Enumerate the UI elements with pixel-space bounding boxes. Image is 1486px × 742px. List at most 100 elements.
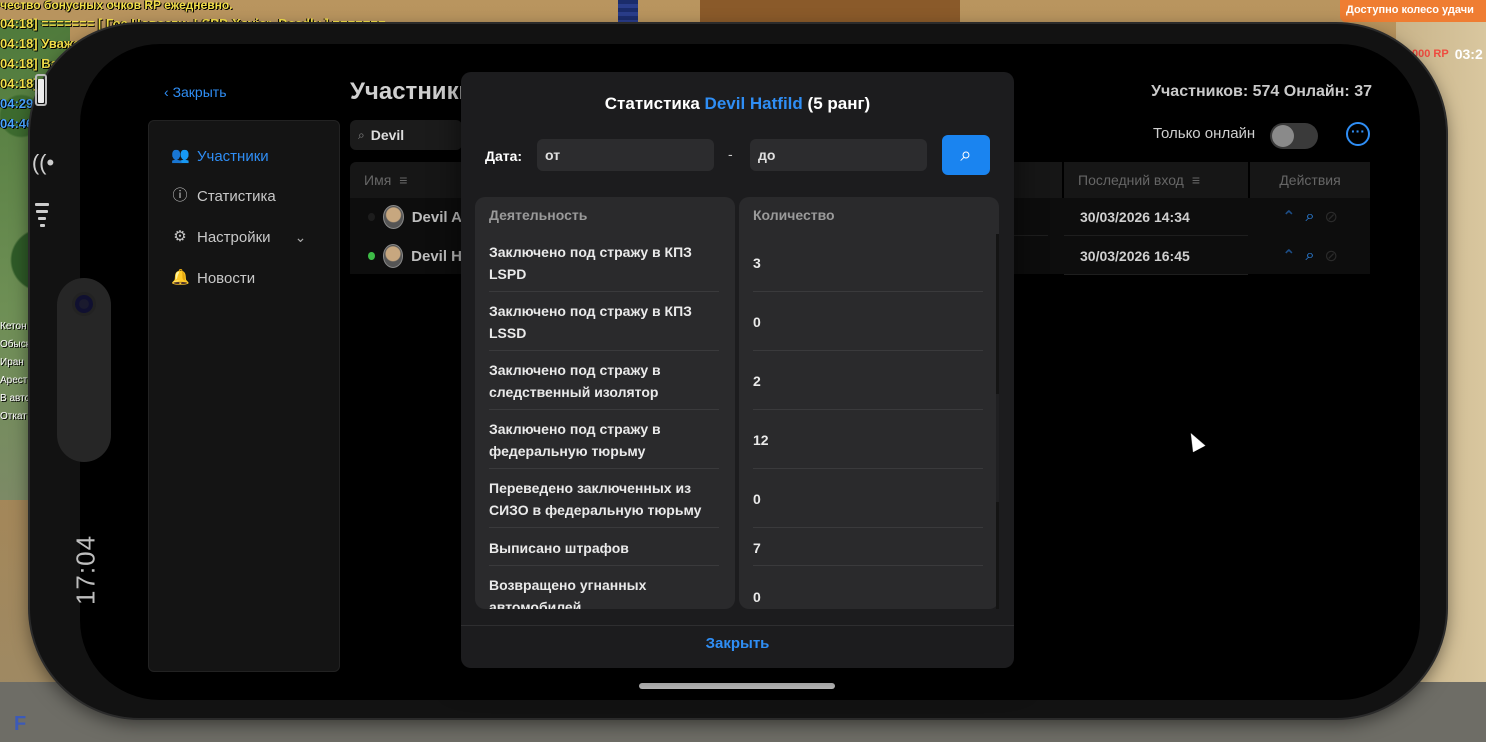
table-row[interactable]: Devil A (350, 198, 462, 236)
log-line: Кетон (0, 321, 27, 332)
count-cell: 0 (753, 471, 983, 528)
date-range-dash: - (728, 146, 733, 162)
count-cell: 2 (753, 353, 983, 410)
wifi-icon: ((• (31, 150, 55, 175)
count-cell: 0 (753, 588, 761, 605)
back-label: Закрыть (172, 84, 227, 100)
users-icon: 👥 (171, 147, 190, 164)
row-actions: ⌃ ⌕ ⊘ (1250, 237, 1370, 275)
member-name: Devil H (411, 247, 462, 265)
chevron-down-icon: ⌄ (294, 228, 307, 245)
sidebar-item-label: Участники (197, 147, 269, 165)
column-header-name[interactable]: Имя ≡ (350, 162, 462, 198)
column-header-actions: Действия (1250, 162, 1370, 198)
activity-header: Деятельность (489, 207, 588, 223)
avatar (382, 205, 404, 229)
player-name: Devil Hatfild (704, 94, 803, 113)
page-title: Участники (350, 78, 462, 105)
chevron-left-icon: ‹ (164, 84, 173, 100)
status-dot (368, 213, 375, 221)
ban-icon[interactable]: ⊘ (1324, 207, 1337, 227)
log-line: Иран (0, 357, 24, 368)
column-header-hidden (1014, 162, 1062, 198)
member-counts: Участников: 574 Онлайн: 37 (1151, 83, 1372, 100)
only-online-label: Только онлайн (1153, 125, 1256, 142)
activity-cell: Заключено под стражу в КПЗ LSSD (489, 294, 719, 351)
activity-cell: Заключено под стражу в следственный изол… (489, 353, 719, 410)
chat-top-line: чество бонусных очков RP ежедневно. (0, 0, 233, 12)
search-icon: ⌕ (358, 127, 365, 142)
row-actions: ⌃ ⌕ ⊘ (1250, 198, 1370, 236)
gear-icon: ⚙ (173, 228, 187, 245)
table-cell (1014, 198, 1048, 236)
more-icon[interactable]: ··· (1346, 122, 1370, 146)
hud-clock: 03:2 (1454, 46, 1483, 62)
table-row[interactable]: Devil H (350, 237, 462, 275)
log-line: Обыск (0, 339, 31, 350)
count-header: Количество (753, 207, 835, 223)
count-cell: 7 (753, 530, 983, 566)
column-name-label: Имя (364, 172, 392, 188)
stats-table: Деятельность Заключено под стражу в КПЗ … (475, 197, 1000, 609)
ban-icon[interactable]: ⊘ (1324, 246, 1337, 266)
only-online-toggle[interactable] (1270, 123, 1318, 149)
modal-title: Статистика Devil Hatfild (5 ранг) (461, 94, 1014, 114)
promote-icon[interactable]: ⌃ (1282, 246, 1295, 266)
sort-icon: ≡ (399, 172, 408, 188)
activity-cell: Возвращено угнанных автомобилей (489, 568, 719, 609)
sidebar-item-members[interactable]: 👥 Участники (171, 147, 269, 165)
game-left-log: Кетон Обыск Иран Арест В авто Откат (0, 318, 32, 426)
sidebar-item-settings[interactable]: ⚙ Настройки ⌄ (171, 228, 306, 246)
activity-cell: Выписано штрафов (489, 530, 719, 566)
stats-scrollbar-thumb-lower (996, 502, 999, 609)
modal-divider (461, 625, 1014, 626)
sidebar-item-news[interactable]: 🔔 Новости (171, 269, 255, 287)
sidebar-item-label: Новости (197, 269, 256, 287)
log-line: В авто (0, 393, 31, 404)
date-to-input[interactable]: до (750, 139, 927, 171)
log-line: Арест (0, 375, 28, 386)
activity-cell: Переведено заключенных из СИЗО в федерал… (489, 471, 719, 528)
online-status-dot (368, 252, 375, 260)
last-login-cell: 30/03/2026 16:45 (1064, 237, 1248, 275)
sort-icon: ≡ (1191, 172, 1201, 188)
log-line: Откат (0, 411, 27, 422)
sidebar-item-statistics[interactable]: ⓘ Статистика (171, 187, 276, 205)
home-indicator[interactable] (639, 683, 835, 689)
phone-time: 17:04 (70, 534, 101, 606)
battery-icon (35, 74, 47, 106)
activity-cell: Заключено под стражу в КПЗ LSPD (489, 235, 719, 292)
close-button[interactable]: Закрыть (461, 635, 1014, 652)
count-cell: 0 (753, 294, 983, 351)
wheel-banner[interactable]: Доступно колесо удачи (1340, 0, 1486, 22)
member-name: Devil A (411, 208, 462, 226)
camera-icon (72, 292, 96, 316)
member-search-input[interactable]: ⌕ Devil (350, 120, 462, 150)
bottom-key-hint: F (14, 713, 27, 735)
sidebar-item-label: Статистика (197, 187, 276, 205)
background-flag (618, 0, 638, 26)
modal-title-prefix: Статистика (604, 94, 700, 113)
search-value: Devil (370, 127, 405, 143)
count-cell: 3 (753, 235, 983, 292)
statistics-modal: Статистика Devil Hatfild (5 ранг) Дата: … (461, 72, 1014, 668)
back-button[interactable]: ‹ Закрыть (164, 84, 226, 100)
search-button[interactable]: ⌕ (942, 135, 990, 175)
player-rank: (5 ранг) (807, 94, 871, 113)
column-header-last-login[interactable]: Последний вход ≡ (1064, 162, 1248, 198)
count-column: Количество 3 0 2 12 0 7 0 (739, 197, 999, 609)
column-actions-label: Действия (1279, 172, 1341, 188)
bell-icon: 🔔 (171, 269, 190, 286)
promote-icon[interactable]: ⌃ (1282, 207, 1295, 227)
search-icon[interactable]: ⌕ (1306, 208, 1315, 226)
column-last-login-label: Последний вход (1078, 172, 1184, 188)
activity-cell: Заключено под стражу в федеральную тюрьм… (489, 412, 719, 469)
rp-amount: 000 RP (1412, 48, 1449, 60)
date-from-input[interactable]: от (537, 139, 714, 171)
stats-scrollbar-thumb[interactable] (996, 234, 999, 394)
last-login-cell: 30/03/2026 14:34 (1064, 198, 1248, 236)
info-icon: ⓘ (172, 187, 188, 204)
search-icon[interactable]: ⌕ (1306, 247, 1315, 265)
sidebar: 👥 Участники ⓘ Статистика ⚙ Настройки ⌄ 🔔… (148, 120, 340, 672)
activity-column: Деятельность Заключено под стражу в КПЗ … (475, 197, 735, 609)
